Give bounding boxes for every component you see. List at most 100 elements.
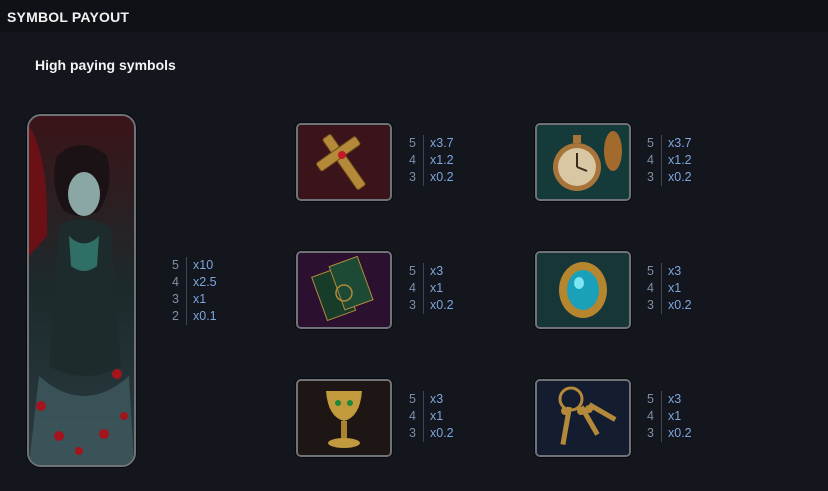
payout-row: 5 x3.7 (647, 135, 692, 152)
multiplier: x0.2 (430, 170, 454, 184)
symbol-count: 4 (647, 409, 654, 423)
symbol-tile-tarot (296, 251, 392, 329)
payout-table-goblet: 5 x3 4 x1 3 x0.2 (409, 391, 454, 442)
symbol-tile-brooch (535, 251, 631, 329)
multiplier: x3 (668, 392, 682, 406)
payout-row: 5 x3 (647, 263, 692, 280)
section-title: High paying symbols (35, 57, 176, 73)
divider (423, 280, 424, 297)
payout-row: 3 x0.2 (647, 425, 692, 442)
symbol-count: 4 (409, 281, 416, 295)
symbol-count: 5 (647, 264, 654, 278)
divider (423, 408, 424, 425)
gem-brooch-icon (537, 253, 629, 327)
divider (661, 152, 662, 169)
payout-row: 4 x1 (647, 408, 692, 425)
symbol-count: 4 (647, 281, 654, 295)
multiplier: x0.2 (430, 298, 454, 312)
multiplier: x1 (668, 409, 682, 423)
symbol-count: 5 (409, 392, 416, 406)
multiplier: x0.2 (668, 426, 692, 440)
payout-table-brooch: 5 x3 4 x1 3 x0.2 (647, 263, 692, 314)
divider (661, 135, 662, 152)
payout-table-keys: 5 x3 4 x1 3 x0.2 (647, 391, 692, 442)
divider (661, 391, 662, 408)
header-bar: SYMBOL PAYOUT (0, 0, 828, 32)
divider (423, 425, 424, 442)
page-title: SYMBOL PAYOUT (7, 9, 130, 25)
multiplier: x3.7 (668, 136, 692, 150)
payout-table-tarot: 5 x3 4 x1 3 x0.2 (409, 263, 454, 314)
divider (423, 263, 424, 280)
multiplier: x1 (430, 409, 444, 423)
symbol-tile-watch (535, 123, 631, 201)
multiplier: x1 (193, 292, 207, 306)
cross-icon (298, 125, 390, 199)
symbol-tile-goblet (296, 379, 392, 457)
multiplier: x2.5 (193, 275, 217, 289)
payout-row: 3 x1 (172, 291, 217, 308)
payout-row: 3 x0.2 (409, 425, 454, 442)
payout-row: 5 x3 (409, 263, 454, 280)
tarot-cards-icon (298, 253, 390, 327)
multiplier: x3 (668, 264, 682, 278)
payout-row: 3 x0.2 (409, 169, 454, 186)
multiplier: x1 (668, 281, 682, 295)
symbol-count: 3 (409, 298, 416, 312)
multiplier: x0.2 (668, 170, 692, 184)
divider (186, 274, 187, 291)
symbol-count: 3 (647, 298, 654, 312)
divider (661, 425, 662, 442)
divider (423, 152, 424, 169)
symbol-count: 4 (172, 275, 179, 289)
multiplier: x0.2 (668, 298, 692, 312)
keys-icon (537, 381, 629, 455)
symbol-tile-cross (296, 123, 392, 201)
symbol-count: 5 (409, 264, 416, 278)
divider (661, 169, 662, 186)
divider (423, 297, 424, 314)
payout-row: 5 x3.7 (409, 135, 454, 152)
symbol-count: 3 (409, 426, 416, 440)
payout-table-watch: 5 x3.7 4 x1.2 3 x0.2 (647, 135, 692, 186)
payout-row: 2 x0.1 (172, 308, 217, 325)
divider (423, 391, 424, 408)
divider (186, 308, 187, 325)
payout-row: 3 x0.2 (647, 297, 692, 314)
payout-table-vampire: 5 x10 4 x2.5 3 x1 2 x0.1 (172, 257, 217, 325)
payout-row: 4 x1 (647, 280, 692, 297)
payout-table-cross: 5 x3.7 4 x1.2 3 x0.2 (409, 135, 454, 186)
symbol-count: 2 (172, 309, 179, 323)
symbol-count: 5 (647, 392, 654, 406)
pocket-watch-icon (537, 125, 629, 199)
symbol-count: 4 (647, 153, 654, 167)
payout-row: 4 x1 (409, 280, 454, 297)
divider (661, 263, 662, 280)
symbol-count: 4 (409, 409, 416, 423)
multiplier: x1.2 (668, 153, 692, 167)
divider (423, 169, 424, 186)
divider (186, 291, 187, 308)
vampire-lady-icon (29, 116, 134, 465)
multiplier: x3 (430, 264, 444, 278)
symbol-tile-vampire (27, 114, 136, 467)
payout-row: 4 x1.2 (409, 152, 454, 169)
payout-row: 4 x1 (409, 408, 454, 425)
symbol-count: 5 (172, 258, 179, 272)
symbol-count: 3 (647, 170, 654, 184)
payout-row: 5 x10 (172, 257, 217, 274)
payout-row: 3 x0.2 (647, 169, 692, 186)
divider (661, 280, 662, 297)
divider (186, 257, 187, 274)
symbol-count: 5 (409, 136, 416, 150)
symbol-count: 3 (409, 170, 416, 184)
symbol-count: 5 (647, 136, 654, 150)
multiplier: x0.1 (193, 309, 217, 323)
symbol-tile-keys (535, 379, 631, 457)
multiplier: x1 (430, 281, 444, 295)
payout-row: 4 x2.5 (172, 274, 217, 291)
multiplier: x10 (193, 258, 214, 272)
payout-row: 5 x3 (409, 391, 454, 408)
payout-row: 3 x0.2 (409, 297, 454, 314)
goblet-icon (298, 381, 390, 455)
